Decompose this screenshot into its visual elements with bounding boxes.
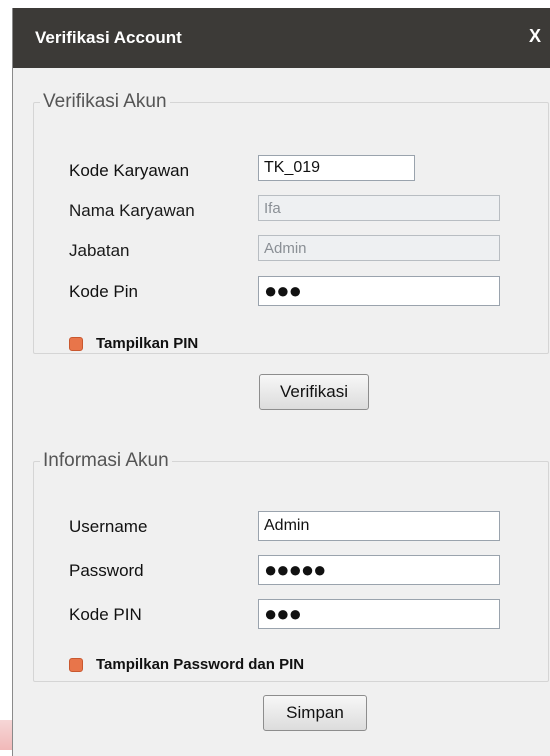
username-row: Username bbox=[34, 509, 548, 541]
username-input[interactable] bbox=[258, 511, 500, 541]
kode-pin-info-label: Kode PIN bbox=[69, 605, 142, 624]
nama-karyawan-row: Nama Karyawan bbox=[34, 193, 548, 225]
title-bar: Verifikasi Account X bbox=[13, 8, 550, 68]
nama-karyawan-label: Nama Karyawan bbox=[69, 201, 195, 220]
simpan-button[interactable]: Simpan bbox=[263, 695, 367, 731]
verifikasi-akun-group: Verifikasi Akun Kode Karyawan Nama Karya… bbox=[33, 91, 549, 354]
kode-karyawan-row: Kode Karyawan bbox=[34, 153, 548, 185]
password-row: Password bbox=[34, 553, 548, 585]
kode-pin-info-row: Kode PIN bbox=[34, 597, 548, 629]
jabatan-label: Jabatan bbox=[69, 241, 130, 260]
password-input[interactable] bbox=[258, 555, 500, 585]
verifikasi-button[interactable]: Verifikasi bbox=[259, 374, 369, 410]
kode-karyawan-input[interactable] bbox=[258, 155, 415, 181]
jabatan-input bbox=[258, 235, 500, 261]
verifikasi-akun-legend: Verifikasi Akun bbox=[43, 91, 167, 112]
close-button[interactable]: X bbox=[529, 26, 550, 50]
kode-pin-input[interactable] bbox=[258, 276, 500, 306]
username-label: Username bbox=[69, 517, 148, 536]
background-edge bbox=[0, 720, 12, 750]
kode-karyawan-label: Kode Karyawan bbox=[69, 161, 190, 180]
jabatan-row: Jabatan bbox=[34, 233, 548, 265]
password-label: Password bbox=[69, 561, 144, 580]
informasi-akun-legend: Informasi Akun bbox=[43, 450, 169, 471]
checkbox-box[interactable] bbox=[69, 337, 83, 351]
show-password-pin-checkbox[interactable]: Tampilkan Password dan PIN bbox=[69, 656, 469, 676]
dialog-title: Verifikasi Account bbox=[35, 28, 182, 47]
show-pin-label: Tampilkan PIN bbox=[96, 335, 199, 352]
show-pin-checkbox[interactable]: Tampilkan PIN bbox=[69, 335, 469, 355]
nama-karyawan-input bbox=[258, 195, 500, 221]
kode-pin-row: Kode Pin bbox=[34, 274, 548, 306]
informasi-akun-group: Informasi Akun Username Password Kode PI… bbox=[33, 450, 549, 682]
kode-pin-label: Kode Pin bbox=[69, 282, 138, 301]
show-password-pin-label: Tampilkan Password dan PIN bbox=[96, 656, 305, 673]
kode-pin-info-input[interactable] bbox=[258, 599, 500, 629]
checkbox-box[interactable] bbox=[69, 658, 83, 672]
